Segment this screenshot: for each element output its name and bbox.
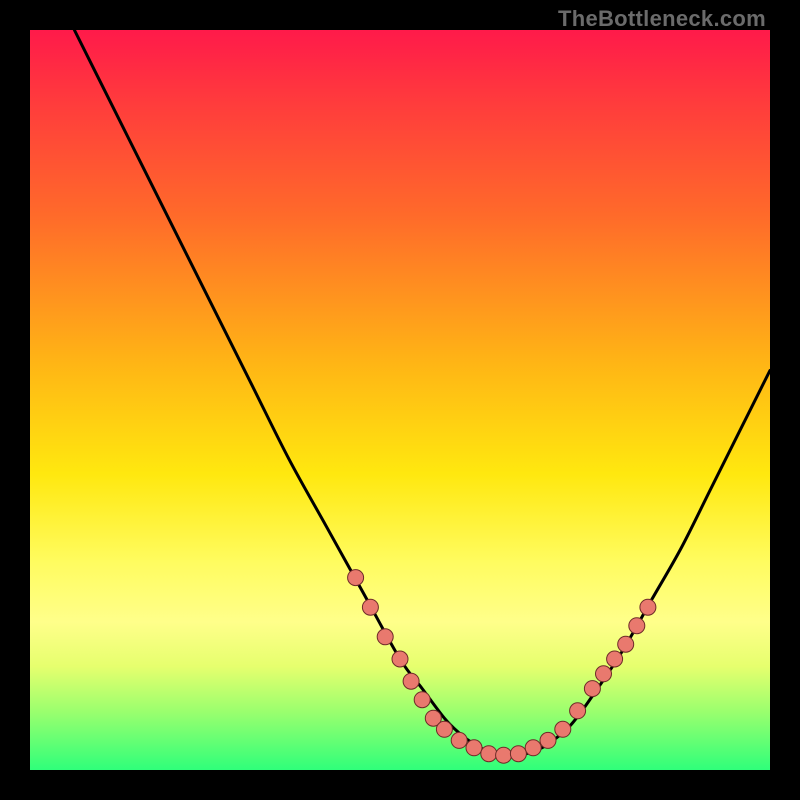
data-marker (596, 666, 612, 682)
bottleneck-chart (0, 0, 800, 800)
marker-series (348, 570, 656, 764)
data-marker (362, 599, 378, 615)
data-marker (618, 636, 634, 652)
data-marker (481, 746, 497, 762)
chart-frame: TheBottleneck.com (0, 0, 800, 800)
data-marker (570, 703, 586, 719)
data-marker (392, 651, 408, 667)
data-marker (377, 629, 393, 645)
data-marker (414, 692, 430, 708)
data-marker (466, 740, 482, 756)
data-marker (525, 740, 541, 756)
data-marker (348, 570, 364, 586)
data-marker (436, 721, 452, 737)
data-marker (640, 599, 656, 615)
data-marker (540, 732, 556, 748)
data-marker (510, 746, 526, 762)
curve-series (74, 30, 770, 756)
data-marker (403, 673, 419, 689)
data-marker (629, 618, 645, 634)
data-marker (496, 747, 512, 763)
bottleneck-curve-path (74, 30, 770, 756)
data-marker (555, 721, 571, 737)
data-marker (451, 732, 467, 748)
data-marker (607, 651, 623, 667)
data-marker (584, 681, 600, 697)
